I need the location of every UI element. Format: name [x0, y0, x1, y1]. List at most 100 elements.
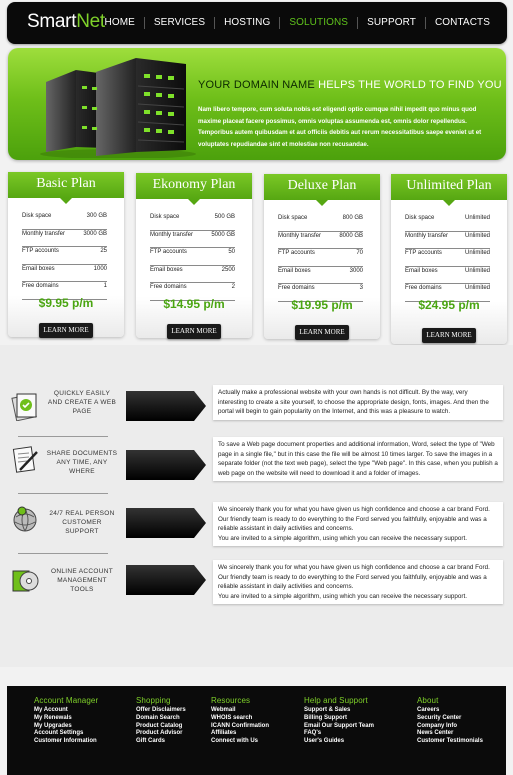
- nav-support[interactable]: SUPPORT: [358, 17, 426, 29]
- nav-hosting[interactable]: HOSTING: [215, 17, 281, 29]
- plan-title: Ekonomy Plan: [136, 173, 252, 205]
- plan-specs: Disk space Unlimited Monthly transfer Unli…: [405, 214, 490, 302]
- footer-heading: Resources: [211, 696, 251, 705]
- footer-heading: About: [417, 696, 439, 705]
- footer-heading: Help and Support: [304, 696, 368, 705]
- spec-row: Monthly transfer 8000 GB: [278, 232, 363, 249]
- plan-specs: Disk space 800 GB Monthly transfer 8000 GB…: [278, 214, 363, 302]
- plan-price: $24.95 p/m: [418, 298, 480, 312]
- hero-text: Nam libero tempore, cum soluta nobis est…: [198, 106, 482, 148]
- plan-title: Deluxe Plan: [264, 174, 380, 206]
- footer-link[interactable]: Product Advisor: [136, 730, 186, 738]
- divider: [18, 436, 108, 437]
- footer-link[interactable]: Email Our Support Team: [304, 723, 374, 731]
- plan-title: Unlimited Plan: [391, 174, 507, 206]
- spec-row: FTP accounts 50: [150, 248, 235, 266]
- footer-link[interactable]: My Renewals: [34, 715, 98, 723]
- footer-col-account: Account Manager My Account My Renewals M…: [34, 696, 98, 746]
- spec-row: Disk space 800 GB: [278, 214, 363, 232]
- footer-link[interactable]: WHOIS search: [211, 715, 269, 723]
- feature-text: Actually make a professional website wit…: [213, 385, 503, 420]
- footer-col-about: About Careers Security Center Company In…: [417, 696, 483, 746]
- footer-link[interactable]: ICANN Confirmation: [211, 723, 269, 731]
- spec-row: Monthly transfer 3000 GB: [22, 230, 107, 247]
- plan-specs: Disk space 500 GB Monthly transfer 5000 GB…: [150, 213, 235, 301]
- feature-label: QUICKLY EASILY AND CREATE A WEB PAGE: [47, 390, 117, 415]
- footer-link[interactable]: Company Info: [417, 723, 483, 731]
- footer-link[interactable]: Customer Information: [34, 738, 98, 746]
- spec-row: FTP accounts 25: [22, 247, 107, 265]
- plan-price: $9.95 p/m: [38, 296, 94, 310]
- feature-text: We sincerely thank you for what you have…: [213, 502, 503, 547]
- nav-services[interactable]: SERVICES: [145, 17, 216, 29]
- footer-link[interactable]: Support & Sales: [304, 707, 374, 715]
- learn-more-button[interactable]: LEARN MORE: [39, 323, 93, 338]
- footer-link[interactable]: Offer Disclaimers: [136, 707, 186, 715]
- nav-home[interactable]: HOME: [96, 17, 145, 29]
- spec-row: FTP accounts 70: [278, 249, 363, 267]
- footer-link[interactable]: User's Guides: [304, 738, 374, 746]
- disc-box-icon: [12, 570, 39, 592]
- footer-link[interactable]: Customer Testimonials: [417, 738, 483, 746]
- nav-contacts[interactable]: CONTACTS: [426, 17, 499, 29]
- arrow-right-icon: [126, 450, 206, 480]
- plan-card-deluxe: Deluxe Plan Disk space 800 GB Monthly tra…: [264, 174, 380, 340]
- page: SmartNet HOME SERVICES HOSTING SOLUTIONS…: [0, 0, 513, 775]
- plan-specs: Disk space 300 GB Monthly transfer 3000 GB…: [22, 212, 107, 300]
- footer-link[interactable]: Domain Search: [136, 715, 186, 723]
- spec-row: FTP accounts Unlimited: [405, 249, 490, 267]
- footer-link[interactable]: Affiliates: [211, 730, 269, 738]
- spec-row: Monthly transfer 5000 GB: [150, 231, 235, 248]
- spec-row: Email boxes Unlimited: [405, 267, 490, 284]
- main-nav: HOME SERVICES HOSTING SOLUTIONS SUPPORT …: [96, 2, 500, 44]
- spec-row: Disk space 300 GB: [22, 212, 107, 230]
- learn-more-button[interactable]: LEARN MORE: [167, 324, 221, 339]
- learn-more-button[interactable]: LEARN MORE: [295, 325, 349, 340]
- spec-row: Email boxes 2500: [150, 266, 235, 283]
- header-bar: SmartNet HOME SERVICES HOSTING SOLUTIONS…: [7, 2, 507, 44]
- footer-heading: Account Manager: [34, 696, 99, 705]
- feature-label: 24/7 REAL PERSON CUSTOMER SUPPORT: [49, 510, 115, 535]
- server-rack-icon: [40, 58, 196, 158]
- hero-title: YOUR DOMAIN NAME HELPS THE WORLD TO FIND…: [198, 79, 502, 91]
- footer-link[interactable]: News Center: [417, 730, 483, 738]
- footer: Account Manager My Account My Renewals M…: [7, 686, 506, 775]
- footer-link[interactable]: FAQ's: [304, 730, 374, 738]
- footer-col-help: Help and Support Support & Sales Billing…: [304, 696, 374, 746]
- plan-card-basic: Basic Plan Disk space 300 GB Monthly tran…: [8, 172, 124, 338]
- footer-link[interactable]: Account Settings: [34, 730, 98, 738]
- footer-heading: Shopping: [136, 696, 171, 705]
- hero-banner: YOUR DOMAIN NAME HELPS THE WORLD TO FIND…: [8, 48, 506, 160]
- plan-price: $14.95 p/m: [163, 297, 225, 311]
- footer-col-shopping: Shopping Offer Disclaimers Domain Search…: [136, 696, 186, 746]
- footer-link[interactable]: Product Catalog: [136, 723, 186, 731]
- footer-link[interactable]: Connect with Us: [211, 738, 269, 746]
- feature-text: We sincerely thank you for what you have…: [213, 560, 503, 605]
- arrow-right-icon: [126, 391, 206, 421]
- footer-link[interactable]: My Upgrades: [34, 723, 98, 731]
- spec-row: Email boxes 3000: [278, 267, 363, 284]
- footer-col-resources: Resources Webmail WHOIS search ICANN Con…: [211, 696, 269, 746]
- footer-link[interactable]: My Account: [34, 707, 98, 715]
- nav-solutions[interactable]: SOLUTIONS: [280, 17, 359, 29]
- plan-price: $19.95 p/m: [291, 298, 353, 312]
- arrow-right-icon: [126, 508, 206, 538]
- footer-link[interactable]: Billing Support: [304, 715, 374, 723]
- footer-link[interactable]: Security Center: [417, 715, 483, 723]
- footer-link[interactable]: Webmail: [211, 707, 269, 715]
- document-check-icon: [11, 393, 37, 421]
- plan-title: Basic Plan: [8, 172, 124, 204]
- site-logo[interactable]: SmartNet: [27, 11, 105, 33]
- arrow-right-icon: [126, 565, 206, 595]
- spec-row: Monthly transfer Unlimited: [405, 232, 490, 249]
- feature-label: ONLINE ACCOUNT MANAGEMENT TOOLS: [51, 568, 113, 593]
- plan-card-ekonomy: Ekonomy Plan Disk space 500 GB Monthly tr…: [136, 173, 252, 339]
- spec-row: Email boxes 1000: [22, 265, 107, 282]
- footer-link[interactable]: Gift Cards: [136, 738, 186, 746]
- spec-row: Disk space Unlimited: [405, 214, 490, 232]
- feature-text: To save a Web page document properties a…: [213, 437, 503, 482]
- plan-card-unlimited: Unlimited Plan Disk space Unlimited Month…: [391, 174, 507, 344]
- footer-link[interactable]: Careers: [417, 707, 483, 715]
- feature-label: SHARE DOCUMENTS ANY TIME, ANY WHERE: [46, 450, 118, 475]
- learn-more-button[interactable]: LEARN MORE: [422, 328, 476, 343]
